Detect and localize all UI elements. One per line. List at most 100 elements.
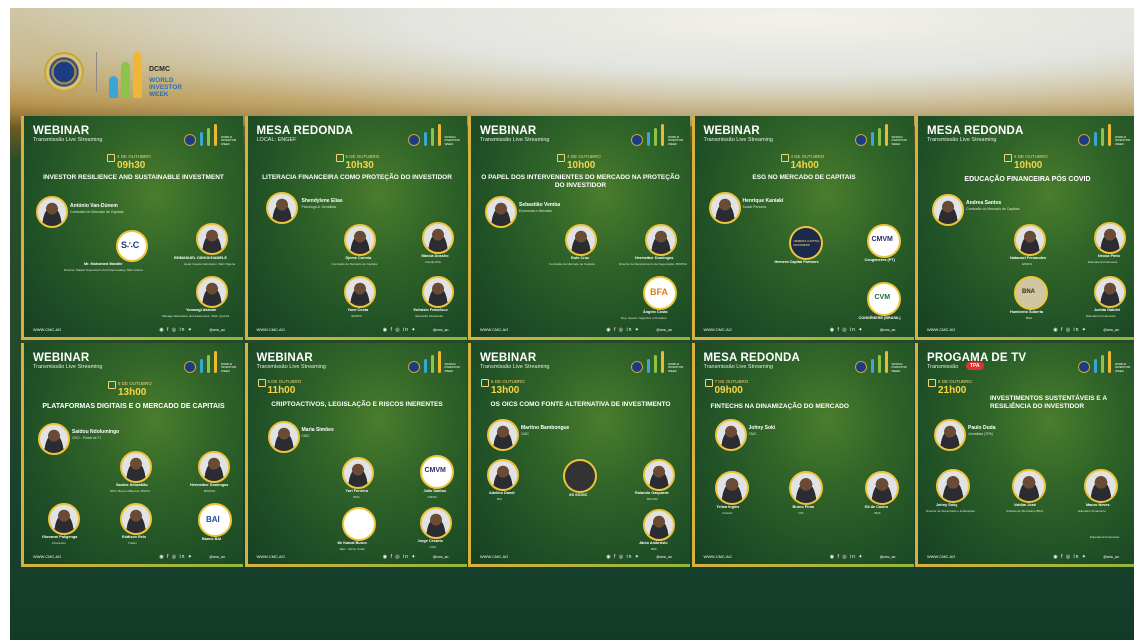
- card-type: MESA REDONDA: [256, 125, 354, 137]
- card-logos: WORLD INVESTOR WEEK: [184, 351, 237, 373]
- card-subtitle: Transmissão Live Streaming: [256, 364, 327, 370]
- event-card-esg[interactable]: WEBINAR Transmissão Live Streaming WORLD…: [691, 116, 914, 340]
- social-icons[interactable]: ◉ f ◎ in ✦: [159, 554, 193, 560]
- panelist-name: Eddison Reis: [122, 535, 147, 539]
- panelist-name: Adelino Dandi: [489, 491, 515, 495]
- panelist-role: Analista de Mercados (BFA): [1006, 509, 1044, 513]
- footer-website[interactable]: WWW.CMC.AO: [33, 554, 61, 559]
- panelist-avatar: [565, 224, 597, 256]
- panelist-name: Rute Cruz: [571, 256, 589, 260]
- footer-website[interactable]: WWW.CMC.AO: [480, 327, 508, 332]
- logo-divider: [96, 52, 97, 92]
- panelist-avatar: [120, 451, 152, 483]
- hemera-logo: HEMERA CAPITAL PARTNERS: [788, 226, 823, 260]
- panelist-role: DSI: [798, 511, 804, 515]
- bna-logo: BNA: [1014, 276, 1048, 310]
- card-title: O PAPEL DOS INTERVENIENTES DO MERCADO NA…: [481, 174, 680, 189]
- event-card-educacao-financeira[interactable]: MESA REDONDA Transmissão Live Streaming …: [915, 116, 1134, 340]
- cmvm-logo: CMVM: [866, 224, 901, 258]
- bottom-band: [10, 571, 1134, 640]
- card-logos: WORLD INVESTOR WEEK: [407, 351, 461, 373]
- card-type: MESA REDONDA: [927, 125, 1024, 137]
- social-icons[interactable]: ◉ f ◎ in ✦: [830, 327, 864, 333]
- social-icons[interactable]: ◉ f ◎ in ✦: [383, 327, 417, 333]
- card-date: 5 DE OUTUBRO: [345, 154, 380, 159]
- panelist-avatar: [343, 276, 376, 308]
- footer-website[interactable]: WWW.CMC.AO: [257, 554, 285, 559]
- panelist-name: Eufrásio Francisco: [413, 308, 448, 312]
- host-role: CMC: [521, 432, 529, 436]
- panelist-role: ENSFS: [1022, 262, 1033, 266]
- card-title: ESG NO MERCADO DE CAPITAIS: [752, 174, 856, 181]
- card-type: WEBINAR: [480, 352, 537, 364]
- footer-website[interactable]: WWW.CMC.AO: [33, 327, 61, 332]
- event-card-grid: WEBINAR Transmissão Live Streaming WORLD…: [21, 116, 1134, 568]
- panelist-name: Natanael Fernandes: [1010, 256, 1047, 260]
- card-title: CRIPTOACTIVOS, LEGISLAÇÃO E RISCOS INERE…: [271, 401, 443, 408]
- panelist-name: Santos Sebastião: [116, 483, 148, 487]
- card-subtitle: Transmissão Live Streaming: [33, 137, 103, 143]
- panelist-role: Trader: [128, 541, 137, 545]
- host-role: Psicóloga & Jornalista: [301, 205, 336, 209]
- host-avatar: [265, 192, 298, 224]
- event-card-programa-tv[interactable]: PROGAMA DE TV Transmissão TPA WORLD INVE…: [915, 343, 1134, 567]
- event-card-oics[interactable]: WEBINAR Transmissão Live Streaming WORLD…: [468, 343, 690, 567]
- social-icons[interactable]: ◉ f ◎ in ✦: [159, 327, 193, 333]
- panelist-name: CONGÉNERE (BRASIL): [858, 316, 901, 320]
- card-time: 09h30: [117, 160, 146, 171]
- event-card-criptoactivos[interactable]: WEBINAR Transmissão Live Streaming WORLD…: [244, 343, 467, 567]
- panelist-avatar: [936, 469, 970, 503]
- social-handle: @cmc_ao: [432, 328, 449, 332]
- social-icons[interactable]: ◉ f ◎ in ✦: [606, 327, 640, 333]
- panelist-name: Gil de Castro: [864, 505, 889, 509]
- event-card-fintechs[interactable]: MESA REDONDA Transmissão Live Streaming …: [691, 343, 914, 567]
- panelist-name: Mr. Mohamed Mandle: [84, 262, 123, 266]
- host-avatar: [38, 423, 70, 455]
- card-time: 13h00: [118, 387, 147, 398]
- host-avatar: [714, 419, 747, 451]
- event-card-investor-resilience[interactable]: WEBINAR Transmissão Live Streaming WORLD…: [21, 116, 243, 340]
- panelist-avatar: [714, 471, 749, 505]
- event-card-papel-intervenientes[interactable]: WEBINAR Transmissão Live Streaming WORLD…: [468, 116, 690, 340]
- panelist-name: Márcia Dossho: [421, 254, 449, 258]
- footer-website[interactable]: WWW.CMC.AO: [704, 327, 732, 332]
- footer-website[interactable]: WWW.CMC.AO: [257, 327, 285, 332]
- card-time: 10h00: [567, 160, 596, 171]
- event-card-literacia-financeira[interactable]: MESA REDONDA LOCAL: ENGEF WORLD INVESTOR…: [244, 116, 467, 340]
- panelist-avatar: [788, 471, 823, 505]
- card-title: EDUCAÇÃO FINANCEIRA PÓS COVID: [964, 176, 1091, 183]
- host-avatar: [934, 419, 966, 451]
- panelist-role: DPO, Banco Millenium BCP/A: [110, 489, 151, 493]
- card-date: 7 DE OUTUBRO: [714, 379, 749, 384]
- card-title: INVESTIMENTOS SUSTENTÁVEIS E A RESILIÊNC…: [990, 395, 1107, 410]
- social-icons[interactable]: ◉ f ◎ in ✦: [383, 554, 417, 560]
- host-name: Maria Simões: [301, 427, 334, 433]
- social-handle: @cmc_ao: [656, 328, 672, 332]
- social-icons[interactable]: ◉ f ◎ in ✦: [606, 554, 640, 560]
- panelist-avatar: [1014, 224, 1046, 256]
- panelist-avatar: [196, 276, 228, 308]
- panelist-avatar: [48, 503, 80, 535]
- panelist-role: Comissão do Mercado de Capitais: [549, 262, 595, 266]
- calendar-icon: [928, 379, 936, 387]
- social-icons[interactable]: ◉ f ◎ in ✦: [1053, 554, 1087, 560]
- card-subtitle: Transmissão Live Streaming: [480, 137, 550, 143]
- host-name: Martino Bambongue: [521, 425, 570, 431]
- host-role: Economia e Mercado: [519, 209, 553, 213]
- card-type: MESA REDONDA: [703, 352, 801, 364]
- sky-background: [10, 8, 1134, 126]
- host-name: Johny Soki: [748, 425, 776, 431]
- footer-website[interactable]: WWW.CMC.AO: [480, 554, 508, 559]
- panelist-role: Manager Education and Awareness, CMA, Qu…: [162, 314, 229, 318]
- panelist-name: Yonmagi Akande: [186, 308, 217, 312]
- card-logos: WORLD INVESTOR WEEK: [854, 124, 908, 146]
- social-icons[interactable]: ◉ f ◎ in ✦: [830, 554, 864, 560]
- footer-website[interactable]: WWW.CMC.AO: [927, 554, 955, 559]
- panelist-avatar: [643, 459, 675, 491]
- panelist-name: Hermeíber Domingos: [190, 483, 229, 487]
- event-card-plataformas-digitais[interactable]: WEBINAR Transmissão Live Streaming WORLD…: [21, 343, 243, 567]
- social-icons[interactable]: ◉ f ◎ in ✦: [1053, 327, 1087, 333]
- footer-website[interactable]: WWW.CMC.AO: [927, 327, 955, 332]
- host-avatar: [487, 419, 519, 451]
- footer-website[interactable]: WWW.CMC.AO: [704, 554, 732, 559]
